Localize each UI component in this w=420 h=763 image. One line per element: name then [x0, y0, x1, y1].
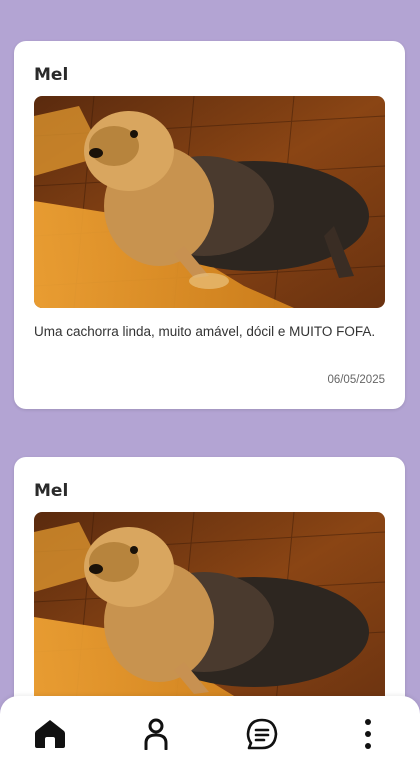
nav-chat-button[interactable] [242, 716, 282, 756]
more-vertical-icon [364, 718, 372, 754]
nav-profile-button[interactable] [136, 716, 176, 756]
post-description: Uma cachorra linda, muito amável, dócil … [34, 324, 376, 339]
bottom-navigation [0, 696, 420, 763]
post-date: 06/05/2025 [327, 374, 385, 386]
post-photo [34, 96, 385, 308]
chat-icon [246, 718, 278, 754]
post-card[interactable]: Mel [14, 41, 405, 409]
post-title: Mel [34, 65, 69, 85]
home-icon [34, 719, 66, 753]
post-photo [34, 512, 385, 724]
nav-home-button[interactable] [30, 716, 70, 756]
post-title: Mel [34, 481, 69, 501]
profile-icon [144, 718, 168, 754]
nav-more-button[interactable] [348, 716, 388, 756]
post-feed[interactable]: Mel Uma cachorra linda, muito amável, dó… [0, 0, 420, 763]
